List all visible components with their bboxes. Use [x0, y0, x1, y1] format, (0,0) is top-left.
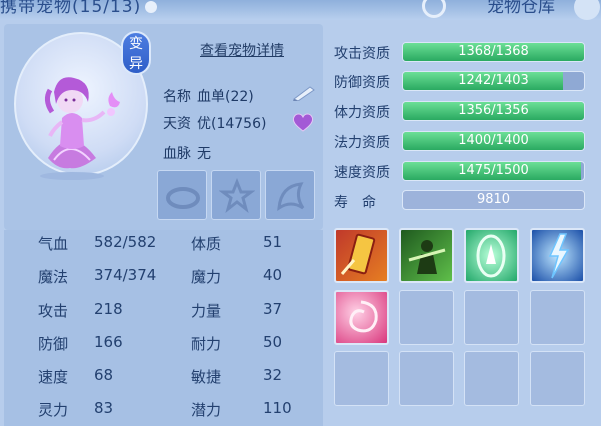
stat-value: 68	[94, 366, 114, 384]
green-eye-skill-icon	[476, 234, 506, 278]
tab-carried-pets-count: (15/13)	[72, 0, 142, 17]
skill-slot-11[interactable]	[464, 351, 519, 406]
stat-value: 32	[263, 366, 283, 384]
skill-slot-2[interactable]	[399, 228, 454, 283]
stat-label: 气血	[38, 235, 69, 253]
aptitude-label: 天资	[163, 116, 191, 132]
skill-slot-12[interactable]	[530, 351, 585, 406]
skill-slot-3[interactable]	[464, 228, 519, 283]
stat-label: 魔法	[38, 268, 69, 286]
stat-value: 374/374	[94, 266, 157, 284]
pink-swirl-skill-icon	[349, 300, 378, 333]
equip-slot-charm[interactable]	[265, 170, 315, 220]
attribute-bar-text: 1475/1500	[458, 163, 529, 178]
tab-pet-warehouse[interactable]: 宠物仓库	[418, 0, 601, 20]
tab-pet-warehouse-label: 宠物仓库	[487, 0, 555, 17]
stat-value: 40	[263, 266, 283, 284]
attribute-bar: 1400/1400	[402, 131, 585, 151]
aptitude-value: 优(14756)	[197, 116, 267, 132]
bloodline-label: 血脉	[163, 146, 191, 162]
tab-carried-pets[interactable]: 携带宠物(15/13)	[0, 0, 167, 18]
attribute-label: 体力资质	[334, 105, 390, 121]
attribute-label: 速度资质	[334, 165, 390, 181]
stat-value: 51	[263, 233, 283, 251]
name-label: 名称	[163, 89, 191, 105]
bloodline-value: 无	[197, 146, 211, 162]
stat-label: 敏捷	[191, 368, 222, 386]
green-warrior-skill-icon	[408, 240, 446, 274]
stat-label: 灵力	[38, 401, 69, 419]
blue-lightning-skill-icon	[548, 233, 570, 279]
stat-value: 166	[94, 333, 123, 351]
attribute-bar-text: 1242/1403	[458, 73, 529, 88]
attribute-bar-text: 1356/1356	[458, 103, 529, 118]
stat-label: 力量	[191, 302, 222, 320]
mutation-badge-text: 变异	[129, 36, 143, 72]
attribute-bar-text: 1368/1368	[458, 44, 529, 59]
stats-panel	[4, 230, 323, 426]
skill-slot-5[interactable]	[334, 290, 389, 345]
equip-slot-armor[interactable]	[211, 170, 261, 220]
armor-icon	[219, 178, 255, 213]
swirl-decoration-icon-right	[574, 0, 600, 20]
stat-value: 37	[263, 300, 283, 318]
heart-icon[interactable]	[292, 112, 314, 132]
attribute-bar: 1368/1368	[402, 42, 585, 62]
edit-name-icon[interactable]	[292, 85, 316, 101]
stat-value: 50	[263, 333, 283, 351]
tab-curl-icon	[145, 1, 158, 13]
life-value-bar: 9810	[402, 190, 585, 210]
skill-slot-4[interactable]	[530, 228, 585, 283]
skill-slot-8[interactable]	[530, 290, 585, 345]
stat-value: 110	[263, 399, 292, 417]
stat-label: 速度	[38, 368, 69, 386]
skill-slot-1[interactable]	[334, 228, 389, 283]
attribute-bar: 1475/1500	[402, 161, 585, 181]
attribute-label: 防御资质	[334, 75, 390, 91]
stat-label: 潜力	[191, 401, 222, 419]
swirl-decoration-icon	[422, 0, 446, 18]
stat-label: 耐力	[191, 335, 222, 353]
collar-icon	[166, 187, 200, 209]
attribute-bar: 1356/1356	[402, 101, 585, 121]
charm-icon	[277, 182, 305, 211]
life-value: 9810	[476, 192, 511, 207]
stat-label: 魔力	[191, 268, 222, 286]
stat-value: 83	[94, 399, 114, 417]
tab-carried-pets-label: 携带宠物	[0, 0, 72, 17]
name-value: 血单(22)	[197, 89, 254, 105]
skill-slot-6[interactable]	[399, 290, 454, 345]
attribute-bar: 1242/1403	[402, 71, 585, 91]
skill-slot-10[interactable]	[399, 351, 454, 406]
attribute-label: 法力资质	[334, 135, 390, 151]
skill-slot-7[interactable]	[464, 290, 519, 345]
stat-value: 582/582	[94, 233, 157, 251]
stat-value: 218	[94, 300, 123, 318]
equip-slot-collar[interactable]	[157, 170, 207, 220]
stat-label: 体质	[191, 235, 222, 253]
attribute-label: 攻击资质	[334, 46, 390, 62]
view-pet-details-link[interactable]: 查看宠物详情	[200, 40, 284, 60]
red-card-skill-icon	[340, 233, 376, 275]
stat-label: 防御	[38, 335, 69, 353]
mutation-badge: 变异	[121, 31, 151, 75]
skill-slot-9[interactable]	[334, 351, 389, 406]
life-label: 寿 命	[334, 195, 376, 211]
stat-label: 攻击	[38, 302, 69, 320]
attribute-bar-text: 1400/1400	[458, 133, 529, 148]
